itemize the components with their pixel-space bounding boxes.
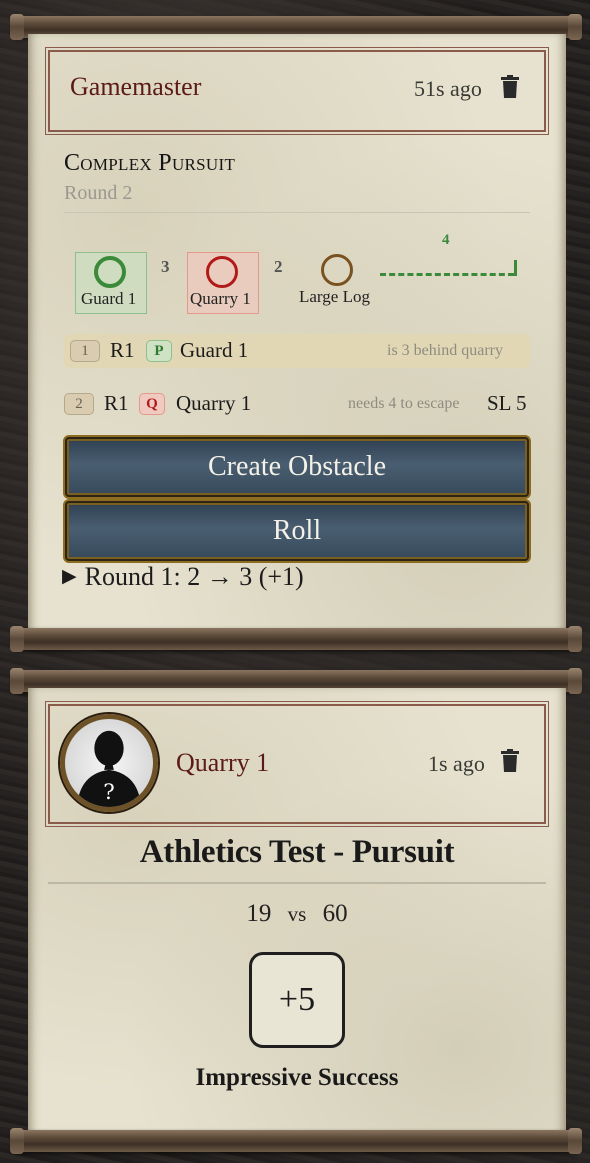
svg-text:?: ? (103, 780, 115, 805)
divider (48, 882, 546, 884)
row-name: Guard 1 (180, 338, 249, 362)
row-index-badge: 2 (64, 393, 94, 415)
row-round: R1 (104, 391, 129, 415)
round-history: Round 1: 2 → 3 (+1) (84, 562, 304, 591)
trash-icon[interactable] (500, 75, 520, 99)
unknown-silhouette-icon: ? (76, 730, 142, 807)
pursuit-title: Complex Pursuit (64, 150, 236, 176)
quarry-marker-icon (206, 256, 238, 288)
timestamp: 1s ago (428, 751, 485, 776)
gap-value: 3 (161, 257, 170, 276)
guard-marker-icon (94, 256, 126, 288)
row-name: Quarry 1 (176, 391, 252, 415)
obstacle-marker-icon[interactable] (321, 254, 353, 286)
participant-row[interactable]: 1 R1 P Guard 1 is 3 behind quarry (64, 334, 530, 368)
round-label: Round 2 (64, 182, 133, 204)
vs-label: vs (287, 902, 307, 926)
roll-value: 19 (246, 900, 272, 927)
pursuer-badge: P (146, 340, 172, 362)
timestamp: 51s ago (414, 76, 482, 101)
escape-distance: 4 (442, 232, 450, 248)
escape-line-end (514, 260, 517, 276)
gap-value: 2 (274, 257, 283, 276)
chat-card-test: ? Quarry 1 1s ago Athletics Test - Pursu… (28, 688, 566, 1138)
scroll-rod-bottom (10, 1128, 582, 1154)
participant-row[interactable]: 2 R1 Q Quarry 1 needs 4 to escape SL 5 (64, 387, 530, 421)
row-note: is 3 behind quarry (387, 342, 503, 359)
escape-line (380, 273, 514, 276)
test-title: Athletics Test - Pursuit (139, 834, 455, 870)
row-round: R1 (110, 338, 135, 362)
obstacle-name: Large Log (299, 287, 370, 306)
quarry-badge: Q (139, 393, 165, 415)
row-sl: SL 5 (487, 391, 527, 415)
disclosure-triangle-icon: ▶ (62, 566, 77, 587)
speaker-name[interactable]: Gamemaster (70, 72, 201, 102)
avatar[interactable]: ? (60, 714, 158, 812)
round-history-toggle[interactable]: ▶ Round 1: 2 → 3 (+1) (62, 562, 304, 592)
participant-name: Guard 1 (81, 289, 137, 308)
sl-box: +5 (249, 952, 345, 1048)
row-note: needs 4 to escape (348, 395, 460, 412)
create-obstacle-button[interactable]: Create Obstacle (63, 435, 531, 499)
speaker-name[interactable]: Quarry 1 (176, 748, 269, 778)
divider (64, 212, 530, 213)
target-value: 60 (322, 900, 348, 927)
test-result: Impressive Success (195, 1064, 399, 1091)
scroll-rod-bottom (10, 626, 582, 652)
roll-vs-target: 19 vs 60 (48, 900, 546, 928)
participant-name: Quarry 1 (190, 289, 251, 308)
trash-icon[interactable] (500, 749, 520, 773)
roll-button[interactable]: Roll (63, 499, 531, 563)
chat-card-pursuit: Gamemaster 51s ago Complex Pursuit Round… (28, 34, 566, 634)
row-index-badge: 1 (70, 340, 100, 362)
